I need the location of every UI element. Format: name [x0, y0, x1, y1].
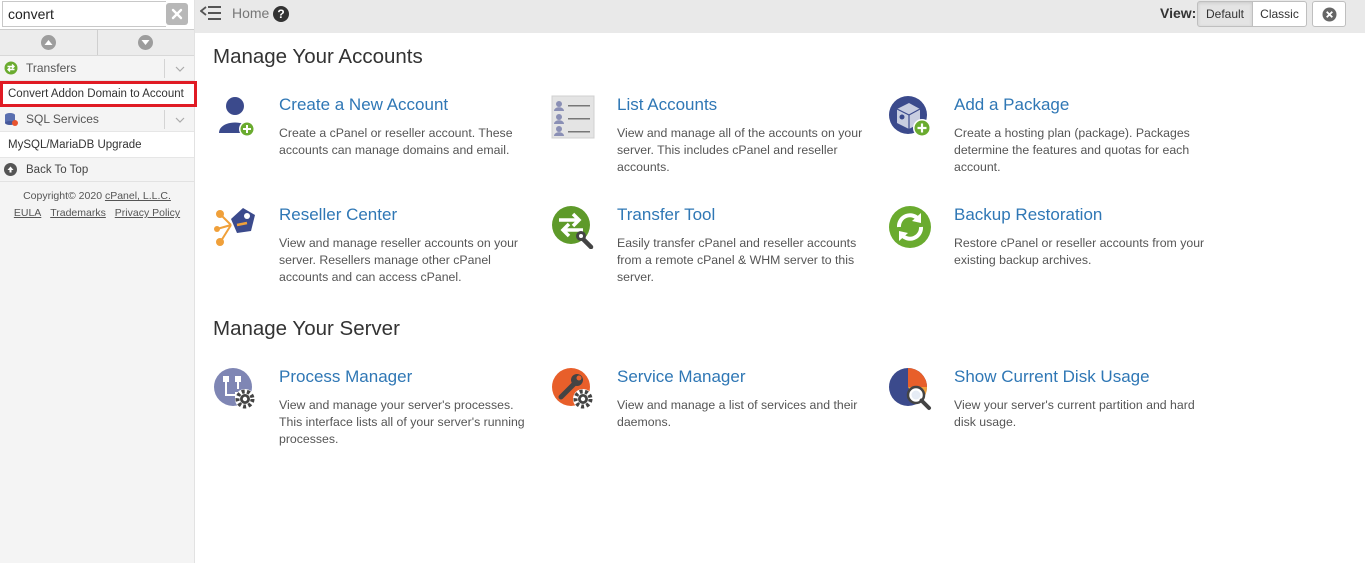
tile-description: View and manage reseller accounts on you… [279, 236, 519, 284]
sidebar-search [0, 0, 194, 30]
transfer-tool-icon [552, 206, 594, 249]
view-label: View: [1160, 5, 1197, 21]
back-to-top-link[interactable]: Back To Top [0, 158, 194, 182]
tile-title-link[interactable]: List Accounts [617, 95, 717, 115]
disk-usage-icon [889, 368, 931, 410]
tile-title-link[interactable]: Transfer Tool [617, 205, 715, 225]
expand-all-button[interactable] [96, 30, 195, 55]
database-icon [5, 113, 18, 126]
process-gear-icon [214, 368, 255, 409]
collapse-all-button[interactable] [0, 30, 97, 55]
search-input[interactable] [2, 1, 166, 27]
breadcrumb-home[interactable]: Home [232, 5, 269, 21]
chevron-down-icon [138, 35, 154, 50]
back-to-top-label: Back To Top [26, 163, 89, 176]
copyright-text: Copyright© 2020 [23, 190, 103, 202]
help-icon[interactable]: ? [273, 6, 289, 22]
tile-description: Create a cPanel or reseller account. The… [279, 126, 513, 157]
arrow-up-icon [4, 163, 17, 176]
tile-title-link[interactable]: Add a Package [954, 95, 1069, 115]
service-wrench-icon [552, 368, 593, 409]
backup-restore-icon [889, 206, 931, 248]
tile-title-link[interactable]: Process Manager [279, 367, 412, 387]
tile-title-link[interactable]: Service Manager [617, 367, 746, 387]
tile-description: View and manage a list of services and t… [617, 398, 858, 429]
sidebar-link-mysql-upgrade[interactable]: MySQL/MariaDB Upgrade [0, 132, 194, 158]
privacy-policy-link[interactable]: Privacy Policy [115, 207, 180, 219]
top-bar: Home ? View: Default Classic [195, 0, 1365, 33]
reseller-tag-icon [214, 208, 255, 246]
trademarks-link[interactable]: Trademarks [50, 207, 106, 219]
tile-description: Easily transfer cPanel and reseller acco… [617, 236, 857, 284]
tile-title-link[interactable]: Create a New Account [279, 95, 448, 115]
sidebar-category-sql-services[interactable]: SQL Services [0, 107, 194, 132]
clear-search-button[interactable] [166, 3, 188, 25]
tile-description: View and manage all of the accounts on y… [617, 126, 863, 174]
close-icon [1322, 7, 1336, 21]
view-default-button[interactable]: Default [1197, 1, 1253, 27]
view-classic-button[interactable]: Classic [1252, 1, 1307, 27]
section-title-accounts: Manage Your Accounts [213, 45, 423, 68]
chevron-down-icon[interactable] [164, 110, 194, 129]
tile-title-link[interactable]: Backup Restoration [954, 205, 1102, 225]
copyright-footer: Copyright© 2020 cPanel, L.L.C. EULA Trad… [0, 182, 194, 222]
sidebar-category-transfers[interactable]: Transfers [0, 56, 194, 81]
tile-description: View your server's current partition and… [954, 398, 1195, 429]
list-accounts-icon [551, 95, 595, 139]
tile-title-link[interactable]: Show Current Disk Usage [954, 367, 1150, 387]
transfers-icon [4, 61, 18, 75]
chevron-down-icon[interactable] [164, 59, 194, 78]
sidebar-category-label: Transfers [26, 61, 77, 75]
section-title-server: Manage Your Server [213, 317, 400, 340]
sidebar-link-convert-addon-domain[interactable]: Convert Addon Domain to Account [0, 81, 197, 107]
close-button[interactable] [1312, 1, 1346, 27]
eula-link[interactable]: EULA [14, 207, 41, 219]
package-add-icon [889, 96, 931, 137]
menu-collapse-icon[interactable] [200, 3, 222, 23]
tile-description: Create a hosting plan (package). Package… [954, 126, 1190, 174]
tile-description: View and manage your server's processes.… [279, 398, 525, 446]
sidebar: Transfers Convert Addon Domain to Accoun… [0, 0, 197, 563]
close-icon [171, 8, 183, 20]
sidebar-category-label: SQL Services [26, 112, 99, 126]
tile-title-link[interactable]: Reseller Center [279, 205, 397, 225]
chevron-up-icon [40, 35, 56, 50]
user-add-icon [219, 97, 255, 137]
tile-description: Restore cPanel or reseller accounts from… [954, 236, 1205, 267]
company-link[interactable]: cPanel, L.L.C. [105, 190, 171, 202]
sidebar-collapse-controls [0, 30, 194, 56]
